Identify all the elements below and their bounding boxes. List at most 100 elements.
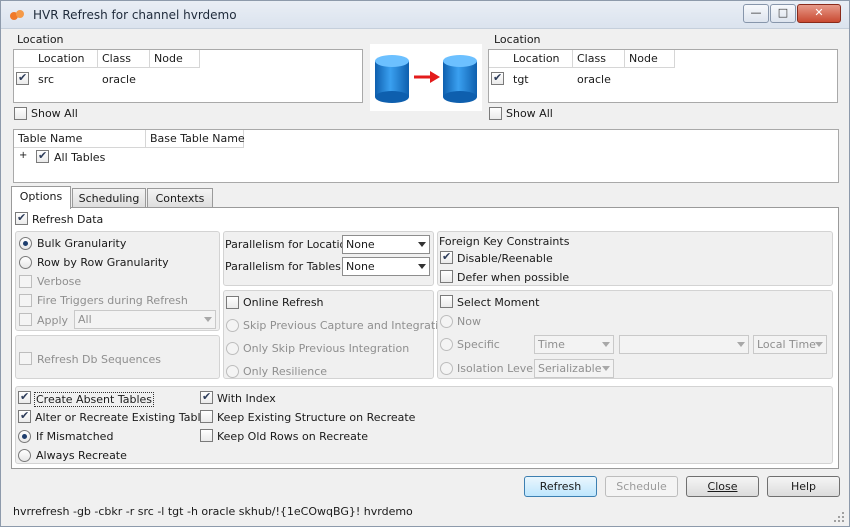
maximize-button[interactable]: □	[770, 4, 796, 23]
now-label: Now	[457, 315, 481, 328]
always-recreate-radio[interactable]	[18, 449, 31, 462]
window-title: HVR Refresh for channel hvrdemo	[33, 8, 237, 22]
disable-reenable-checkbox[interactable]	[440, 250, 453, 264]
parallelism-tables-select[interactable]: None	[342, 257, 430, 276]
target-location-value: tgt	[513, 73, 529, 86]
time-zone-select[interactable]: Local Time	[753, 335, 827, 354]
chevron-down-icon	[602, 366, 610, 371]
isolation-level-value: Serializable	[538, 362, 602, 375]
chevron-down-icon	[204, 317, 212, 322]
now-radio[interactable]	[440, 315, 453, 328]
only-skip-label: Only Skip Previous Integration	[243, 342, 410, 355]
column-table-name[interactable]: Table Name	[14, 130, 146, 148]
help-button[interactable]: Help	[767, 476, 840, 497]
online-refresh-checkbox[interactable]	[226, 296, 239, 309]
title-bar: HVR Refresh for channel hvrdemo — □ ✕	[1, 1, 849, 29]
always-recreate-label: Always Recreate	[36, 449, 127, 462]
specific-type-value: Time	[538, 338, 565, 351]
with-index-checkbox[interactable]	[200, 390, 213, 404]
tab-contexts[interactable]: Contexts	[147, 188, 213, 209]
schedule-button[interactable]: Schedule	[605, 476, 678, 497]
app-icon	[10, 10, 24, 20]
chevron-down-icon	[418, 242, 426, 247]
select-moment-checkbox[interactable]	[440, 295, 453, 308]
time-zone-value: Local Time	[757, 338, 816, 351]
with-index-label: With Index	[217, 392, 276, 405]
apply-select[interactable]: All	[74, 310, 216, 329]
refresh-button[interactable]: Refresh	[524, 476, 597, 497]
keep-old-rows-checkbox[interactable]	[200, 429, 213, 442]
target-grid-header: Location Class Node	[489, 50, 675, 68]
chevron-down-icon	[737, 342, 745, 347]
defer-when-possible-checkbox[interactable]	[440, 270, 453, 283]
verbose-label: Verbose	[37, 275, 82, 288]
close-window-button[interactable]: ✕	[797, 4, 841, 23]
keep-structure-checkbox[interactable]	[200, 410, 213, 423]
tab-options[interactable]: Options	[11, 186, 71, 209]
target-row-checkbox[interactable]	[491, 71, 504, 85]
isolation-level-select[interactable]: Serializable	[534, 359, 614, 378]
resize-grip-icon[interactable]	[833, 511, 845, 523]
column-class[interactable]: Class	[98, 50, 150, 68]
only-skip-radio[interactable]	[226, 342, 239, 355]
alter-recreate-checkbox[interactable]	[18, 409, 31, 423]
bulk-granularity-radio[interactable]	[19, 237, 32, 250]
fire-triggers-checkbox[interactable]	[19, 294, 32, 307]
expand-icon[interactable]: +	[19, 150, 27, 161]
refresh-data-label: Refresh Data	[32, 213, 104, 226]
refresh-data-checkbox[interactable]	[15, 211, 28, 225]
only-resilience-radio[interactable]	[226, 365, 239, 378]
minimize-button[interactable]: —	[743, 4, 769, 23]
fire-triggers-label: Fire Triggers during Refresh	[37, 294, 188, 307]
database-transfer-icon	[375, 55, 477, 103]
column-node[interactable]: Node	[150, 50, 200, 68]
chevron-down-icon	[418, 264, 426, 269]
row-granularity-radio[interactable]	[19, 256, 32, 269]
skip-previous-label: Skip Previous Capture and Integration	[243, 319, 452, 332]
tab-scheduling[interactable]: Scheduling	[72, 188, 146, 209]
online-refresh-label: Online Refresh	[243, 296, 324, 309]
source-row-checkbox[interactable]	[16, 71, 29, 85]
refresh-db-sequences-label: Refresh Db Sequences	[37, 353, 161, 366]
target-location-label: Location	[494, 33, 541, 46]
all-tables-checkbox[interactable]	[36, 149, 49, 163]
source-location-grid: Location Class Node src oracle	[13, 49, 363, 103]
parallelism-tables-value: None	[346, 260, 375, 273]
apply-checkbox[interactable]	[19, 313, 32, 326]
parallelism-tables-label: Parallelism for Tables	[225, 260, 341, 273]
create-absent-tables-checkbox[interactable]	[18, 390, 31, 404]
command-line-text: hvrrefresh -gb -cbkr -r src -l tgt -h or…	[13, 505, 413, 518]
defer-when-possible-label: Defer when possible	[457, 271, 570, 284]
skip-previous-radio[interactable]	[226, 319, 239, 332]
target-show-all-label: Show All	[506, 107, 553, 120]
source-grid-header: Location Class Node	[14, 50, 200, 68]
row-granularity-label: Row by Row Granularity	[37, 256, 169, 269]
verbose-checkbox[interactable]	[19, 275, 32, 288]
all-tables-label[interactable]: All Tables	[54, 151, 105, 164]
select-moment-label: Select Moment	[457, 296, 540, 309]
target-show-all-checkbox[interactable]	[489, 107, 502, 120]
source-location-label: Location	[17, 33, 64, 46]
specific-type-select[interactable]: Time	[534, 335, 614, 354]
column-location[interactable]: Location	[34, 50, 98, 68]
apply-label: Apply	[37, 314, 69, 327]
specific-value-select[interactable]	[619, 335, 749, 354]
tables-tree: Table Name Base Table Name + All Tables	[13, 129, 839, 183]
target-location-grid: Location Class Node tgt oracle	[488, 49, 838, 103]
column-class[interactable]: Class	[573, 50, 625, 68]
column-location[interactable]: Location	[509, 50, 573, 68]
specific-radio[interactable]	[440, 338, 453, 351]
minimize-icon: —	[750, 6, 762, 19]
source-location-value: src	[38, 73, 55, 86]
keep-structure-label: Keep Existing Structure on Recreate	[217, 411, 416, 424]
column-node[interactable]: Node	[625, 50, 675, 68]
source-show-all-checkbox[interactable]	[14, 107, 27, 120]
parallelism-locations-select[interactable]: None	[342, 235, 430, 254]
parallelism-locations-value: None	[346, 238, 375, 251]
if-mismatched-radio[interactable]	[18, 430, 31, 443]
isolation-level-radio[interactable]	[440, 362, 453, 375]
close-button[interactable]: Close	[686, 476, 759, 497]
column-base-table-name[interactable]: Base Table Name	[146, 130, 245, 148]
source-show-all-label: Show All	[31, 107, 78, 120]
refresh-db-sequences-checkbox[interactable]	[19, 352, 32, 365]
